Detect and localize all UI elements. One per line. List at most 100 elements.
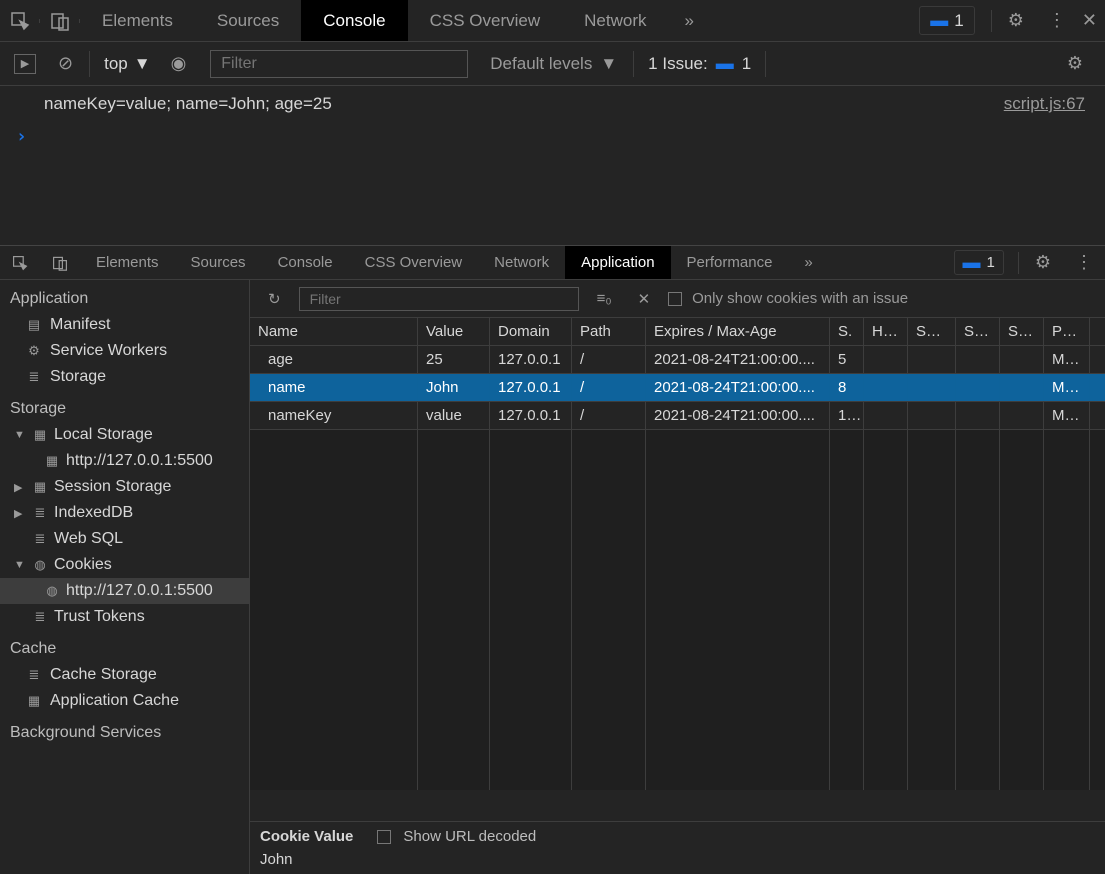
chevron-down-icon: ▼ xyxy=(134,54,151,74)
sidebar-subitem[interactable]: ▦http://127.0.0.1:5500 xyxy=(0,448,249,474)
sidebar-item-service-workers[interactable]: ⚙Service Workers xyxy=(0,338,249,364)
console-toolbar: ▶ ⊘ top ▼ ◉ Default levels ▼ 1 Issue: ▬ … xyxy=(0,42,1105,86)
db-icon: ≣ xyxy=(32,531,48,547)
inspect-icon[interactable] xyxy=(0,11,40,31)
chat-icon: ▬ xyxy=(716,53,734,74)
console-settings-icon[interactable]: ⚙ xyxy=(1055,53,1095,74)
tab-application[interactable]: Application xyxy=(565,246,670,279)
column-header[interactable]: Domain xyxy=(490,318,572,345)
cookies-toolbar: ↻ ≡₀ ✕ Only show cookies with an issue xyxy=(250,280,1105,318)
sidebar-item-manifest[interactable]: ▤Manifest xyxy=(0,312,249,338)
more-tabs-icon[interactable]: » xyxy=(669,11,710,31)
bottom-tabbar: ElementsSourcesConsoleCSS OverviewNetwor… xyxy=(0,246,1105,280)
tab-css-overview[interactable]: CSS Overview xyxy=(349,246,479,279)
settings-icon[interactable]: ⚙ xyxy=(1023,252,1063,273)
table-row[interactable]: nameJohn127.0.0.1/2021-08-24T21:00:00...… xyxy=(250,374,1105,402)
table-row[interactable]: nameKeyvalue127.0.0.1/2021-08-24T21:00:0… xyxy=(250,402,1105,430)
url-decoded-checkbox[interactable] xyxy=(377,830,391,844)
table-row[interactable]: age25127.0.0.1/2021-08-24T21:00:00....5M… xyxy=(250,346,1105,374)
only-issue-label: Only show cookies with an issue xyxy=(692,290,908,307)
sidebar-tree-session-storage[interactable]: ▶▦Session Storage xyxy=(0,474,249,500)
column-header[interactable]: Expires / Max-Age xyxy=(646,318,830,345)
tab-performance[interactable]: Performance xyxy=(671,246,789,279)
table-empty-area xyxy=(250,430,1105,790)
sidebar-item-storage[interactable]: ≣Storage xyxy=(0,364,249,390)
filter-input[interactable] xyxy=(210,50,468,78)
messages-badge[interactable]: ▬ 1 xyxy=(919,6,974,35)
sidebar-group-application: Application xyxy=(0,280,249,312)
sidebar-item-cache-storage[interactable]: ≣Cache Storage xyxy=(0,662,249,688)
messages-badge[interactable]: ▬ 1 xyxy=(954,250,1004,275)
cookies-filter-input[interactable] xyxy=(299,287,579,311)
clear-all-icon[interactable]: ✕ xyxy=(630,290,659,308)
console-prompt[interactable]: › xyxy=(0,122,1105,151)
console-log-row[interactable]: nameKey=value; name=John; age=25 script.… xyxy=(0,86,1105,122)
tab-elements[interactable]: Elements xyxy=(80,0,195,41)
column-header[interactable]: Sa... xyxy=(1000,318,1044,345)
cookie-detail-footer: Cookie Value Show URL decoded John xyxy=(250,821,1105,874)
log-levels-selector[interactable]: Default levels ▼ xyxy=(490,54,617,74)
only-issue-checkbox[interactable] xyxy=(668,292,682,306)
grid-icon: ▦ xyxy=(44,453,60,469)
toggle-sidebar-icon[interactable]: ▶ xyxy=(14,54,36,74)
cookie-value[interactable]: John xyxy=(260,845,1095,868)
cookie-icon: ◍ xyxy=(32,557,48,573)
sidebar-tree-web-sql[interactable]: ≣Web SQL xyxy=(0,526,249,552)
table-header: NameValueDomainPathExpires / Max-AgeS.Ht… xyxy=(250,318,1105,346)
live-expression-icon[interactable]: ◉ xyxy=(171,53,187,74)
clear-console-icon[interactable]: ⊘ xyxy=(58,53,73,74)
tab-elements[interactable]: Elements xyxy=(80,246,175,279)
column-header[interactable]: Value xyxy=(418,318,490,345)
close-icon[interactable]: ✕ xyxy=(1078,10,1105,31)
disclosure-icon: ▶ xyxy=(14,507,26,520)
top-tabbar: ElementsSourcesConsoleCSS OverviewNetwor… xyxy=(0,0,1105,42)
cookie-value-label: Cookie Value xyxy=(260,828,353,845)
column-header[interactable]: Name xyxy=(250,318,418,345)
source-link[interactable]: script.js:67 xyxy=(1004,94,1085,114)
sidebar-item-application-cache[interactable]: ▦Application Cache xyxy=(0,688,249,714)
chevron-down-icon: ▼ xyxy=(600,54,617,74)
device-toggle-icon[interactable] xyxy=(40,255,80,271)
issues-indicator[interactable]: 1 Issue: ▬ 1 xyxy=(648,53,751,74)
tab-sources[interactable]: Sources xyxy=(175,246,262,279)
refresh-icon[interactable]: ↻ xyxy=(260,290,289,308)
sidebar-group-storage: Storage xyxy=(0,390,249,422)
url-decoded-label: Show URL decoded xyxy=(403,828,536,845)
cookies-content: ↻ ≡₀ ✕ Only show cookies with an issue N… xyxy=(250,280,1105,874)
inspect-icon[interactable] xyxy=(0,255,40,271)
column-header[interactable]: Htt... xyxy=(864,318,908,345)
tab-css-overview[interactable]: CSS Overview xyxy=(408,0,563,41)
sidebar-tree-trust-tokens[interactable]: ≣Trust Tokens xyxy=(0,604,249,630)
application-sidebar: Application▤Manifest⚙Service Workers≣Sto… xyxy=(0,280,250,874)
gear-icon: ⚙ xyxy=(26,343,42,359)
column-header[interactable]: S. xyxy=(830,318,864,345)
settings-icon[interactable]: ⚙ xyxy=(996,10,1036,31)
sidebar-tree-cookies[interactable]: ▼◍Cookies xyxy=(0,552,249,578)
tab-network[interactable]: Network xyxy=(478,246,565,279)
db-icon: ≣ xyxy=(26,369,42,385)
kebab-icon[interactable]: ⋮ xyxy=(1036,10,1078,31)
tab-console[interactable]: Console xyxy=(262,246,349,279)
grid-icon: ▦ xyxy=(32,479,48,495)
device-toggle-icon[interactable] xyxy=(40,11,80,31)
sidebar-tree-indexeddb[interactable]: ▶≣IndexedDB xyxy=(0,500,249,526)
filter-toggle-icon[interactable]: ≡₀ xyxy=(589,290,620,307)
more-tabs-icon[interactable]: » xyxy=(788,254,828,271)
tab-network[interactable]: Network xyxy=(562,0,668,41)
column-header[interactable]: Sa... xyxy=(956,318,1000,345)
column-header[interactable]: Path xyxy=(572,318,646,345)
tab-console[interactable]: Console xyxy=(301,0,407,41)
disclosure-icon: ▶ xyxy=(14,481,26,494)
tab-sources[interactable]: Sources xyxy=(195,0,301,41)
context-selector[interactable]: top ▼ xyxy=(104,54,150,74)
db-icon: ≣ xyxy=(32,609,48,625)
db-icon: ≣ xyxy=(26,667,42,683)
column-header[interactable]: Pri... xyxy=(1044,318,1090,345)
sidebar-tree-local-storage[interactable]: ▼▦Local Storage xyxy=(0,422,249,448)
column-header[interactable]: Sec... xyxy=(908,318,956,345)
kebab-icon[interactable]: ⋮ xyxy=(1063,252,1105,273)
sidebar-subitem[interactable]: ◍http://127.0.0.1:5500 xyxy=(0,578,249,604)
file-icon: ▤ xyxy=(26,317,42,333)
log-message: nameKey=value; name=John; age=25 xyxy=(44,94,332,114)
disclosure-icon: ▼ xyxy=(14,429,26,441)
